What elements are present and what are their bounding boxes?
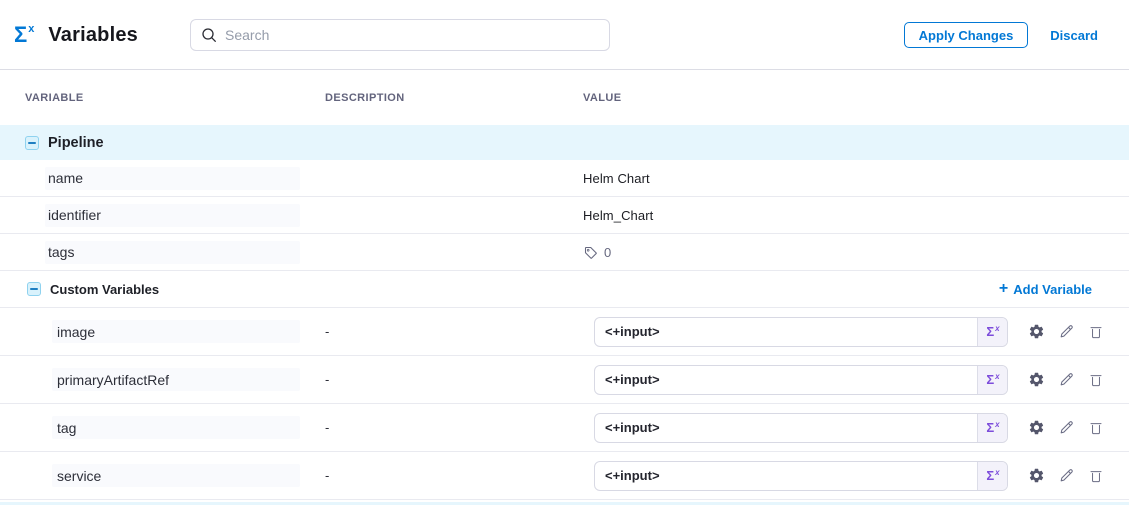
variable-description: -	[300, 372, 560, 387]
page-title: Variables	[48, 24, 138, 47]
variable-name: tags	[45, 241, 300, 264]
table-row: tag - <+input> Σx	[0, 404, 1129, 452]
delete-icon[interactable]	[1088, 420, 1104, 436]
runtime-input-icon[interactable]: Σx	[977, 462, 1007, 490]
table-row: name Helm Chart	[0, 160, 1129, 197]
variable-description: -	[300, 324, 560, 339]
runtime-input-icon[interactable]: Σx	[977, 318, 1007, 346]
column-header-description: DESCRIPTION	[300, 92, 560, 104]
delete-icon[interactable]	[1088, 468, 1104, 484]
settings-icon[interactable]	[1028, 371, 1045, 388]
settings-icon[interactable]	[1028, 419, 1045, 436]
search-icon	[201, 27, 217, 43]
tags-count: 0	[583, 245, 611, 260]
table-row: identifier Helm_Chart	[0, 197, 1129, 234]
settings-icon[interactable]	[1028, 467, 1045, 484]
column-header-variable: VARIABLE	[0, 92, 300, 104]
variable-name: image	[52, 320, 300, 343]
variable-name: primaryArtifactRef	[52, 368, 300, 391]
add-variable-button[interactable]: + Add Variable	[999, 281, 1092, 297]
settings-icon[interactable]	[1028, 323, 1045, 340]
value-input[interactable]: <+input> Σx	[594, 365, 1008, 395]
table-row: service - <+input> Σx	[0, 452, 1129, 500]
title-group: Σx Variables	[14, 0, 138, 70]
table-row: primaryArtifactRef - <+input> Σx	[0, 356, 1129, 404]
delete-icon[interactable]	[1088, 324, 1104, 340]
variable-name: service	[52, 464, 300, 487]
table-header: VARIABLE DESCRIPTION VALUE	[0, 70, 1129, 125]
plus-icon: +	[999, 281, 1008, 297]
variables-sigma-icon: Σx	[14, 24, 33, 46]
variable-name: tag	[52, 416, 300, 439]
tag-icon	[583, 245, 598, 260]
variable-name: name	[45, 167, 300, 190]
variable-name: identifier	[45, 204, 300, 227]
variables-panel: Σx Variables Apply Changes Discard VARIA…	[0, 0, 1129, 505]
section-header-custom-variables: Custom Variables + Add Variable	[0, 271, 1129, 308]
section-label: Custom Variables	[50, 282, 159, 297]
value-input[interactable]: <+input> Σx	[594, 461, 1008, 491]
table-row: image - <+input> Σx	[0, 308, 1129, 356]
runtime-input-icon[interactable]: Σx	[977, 366, 1007, 394]
edit-icon[interactable]	[1058, 419, 1075, 436]
collapse-icon-custom-variables[interactable]	[27, 282, 41, 296]
variable-description: -	[300, 468, 560, 483]
variable-value: Helm Chart	[583, 171, 650, 186]
edit-icon[interactable]	[1058, 371, 1075, 388]
table-row: tags 0	[0, 234, 1129, 271]
edit-icon[interactable]	[1058, 467, 1075, 484]
value-input[interactable]: <+input> Σx	[594, 317, 1008, 347]
header: Σx Variables Apply Changes Discard	[0, 0, 1129, 70]
section-header-pipeline: Pipeline	[0, 125, 1129, 160]
discard-button[interactable]: Discard	[1050, 28, 1098, 43]
edit-icon[interactable]	[1058, 323, 1075, 340]
section-label: Pipeline	[48, 135, 104, 151]
collapse-icon-pipeline[interactable]	[25, 136, 39, 150]
column-header-value: VALUE	[560, 92, 1129, 104]
apply-changes-button[interactable]: Apply Changes	[904, 22, 1029, 48]
value-input[interactable]: <+input> Σx	[594, 413, 1008, 443]
variable-description: -	[300, 420, 560, 435]
header-actions: Apply Changes Discard	[904, 0, 1098, 70]
search-input[interactable]	[225, 27, 599, 43]
search-box	[190, 19, 610, 51]
runtime-input-icon[interactable]: Σx	[977, 414, 1007, 442]
delete-icon[interactable]	[1088, 372, 1104, 388]
variable-value: Helm_Chart	[583, 208, 653, 223]
